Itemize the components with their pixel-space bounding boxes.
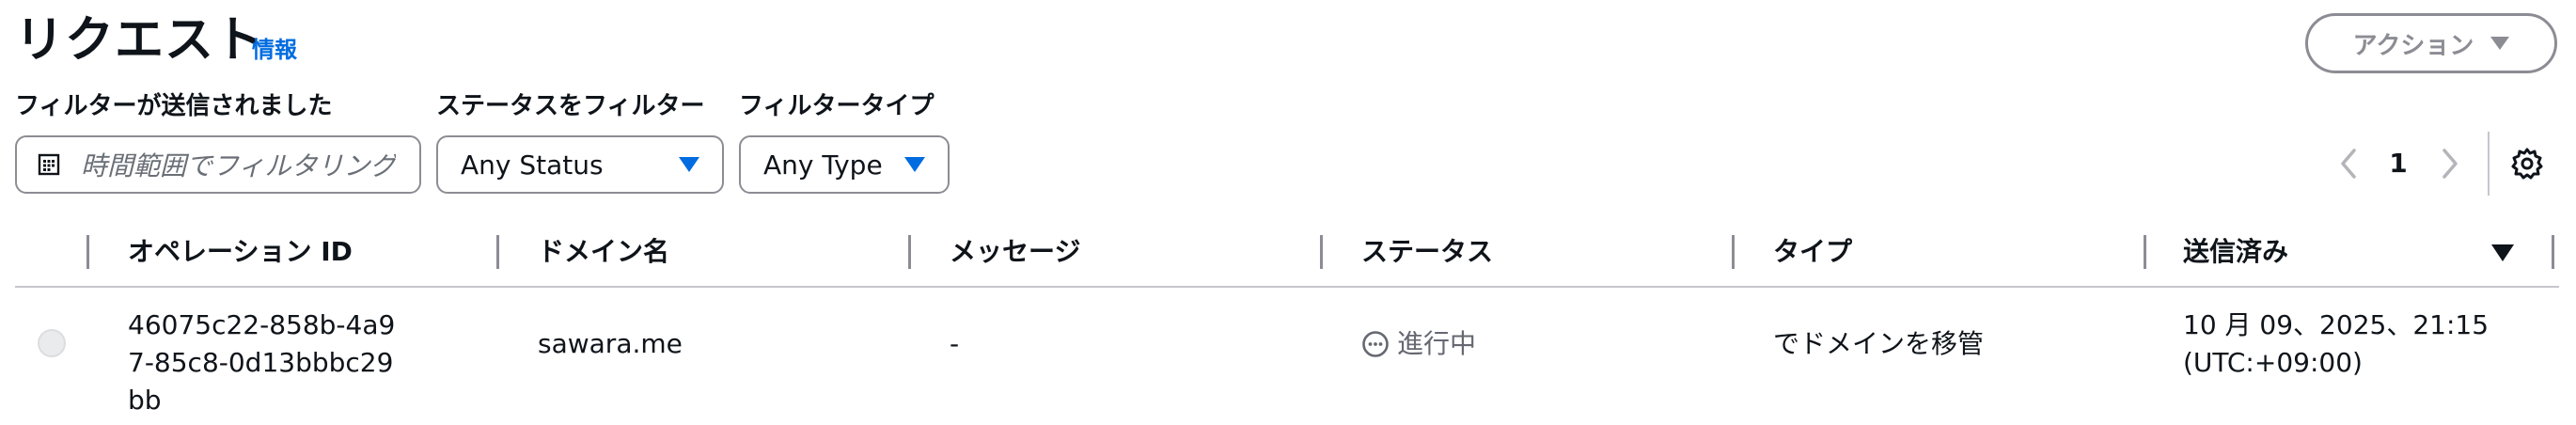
- type-filter-value: Any Type: [763, 149, 883, 181]
- gear-icon[interactable]: [2510, 147, 2544, 181]
- actions-button[interactable]: アクション: [2305, 13, 2557, 73]
- status-filter-label: ステータスをフィルター: [436, 92, 705, 120]
- calendar-icon: [38, 153, 60, 176]
- date-range-filter[interactable]: 時間範囲でフィルタリング: [15, 135, 421, 194]
- row-select-radio[interactable]: [38, 329, 66, 357]
- status-text: 進行中: [1397, 328, 1477, 359]
- column-separator[interactable]: [1320, 235, 1323, 269]
- cell-type: でドメインを移管: [1773, 328, 1985, 359]
- column-separator[interactable]: [496, 235, 499, 269]
- column-separator[interactable]: [1732, 235, 1735, 269]
- date-filter-label: フィルターが送信されました: [15, 92, 333, 120]
- caret-down-icon: [904, 157, 925, 172]
- column-header-status[interactable]: ステータス: [1361, 233, 1493, 271]
- column-separator: [2552, 235, 2554, 269]
- status-filter-value: Any Status: [461, 149, 604, 181]
- status-filter-select[interactable]: Any Status: [436, 135, 724, 194]
- page-number[interactable]: 1: [2386, 145, 2411, 182]
- cell-domain-name: sawara.me: [538, 328, 683, 359]
- column-header-operation-id[interactable]: オペレーション ID: [128, 233, 353, 271]
- column-separator[interactable]: [2144, 235, 2146, 269]
- chevron-left-icon[interactable]: [2337, 147, 2360, 181]
- table-header-divider: [15, 286, 2559, 288]
- actions-button-label: アクション: [2352, 31, 2474, 60]
- sort-descending-icon[interactable]: [2491, 244, 2514, 261]
- cell-status: 進行中: [1361, 325, 1476, 363]
- column-header-message[interactable]: メッセージ: [950, 233, 1080, 271]
- caret-down-icon: [679, 157, 699, 172]
- chevron-right-icon[interactable]: [2439, 147, 2461, 181]
- cell-operation-id: 46075c22-858b-4a97-85c8-0d13bbbc29bb: [128, 309, 396, 416]
- cell-message: -: [950, 328, 960, 359]
- caret-down-icon: [2490, 37, 2510, 50]
- type-filter-select[interactable]: Any Type: [739, 135, 950, 194]
- column-separator: [86, 235, 89, 269]
- pagination-divider: [2488, 132, 2490, 196]
- cell-sent-date: 10 月 09、2025、21:15 (UTC:+09:00): [2183, 309, 2490, 378]
- pending-status-icon: [1362, 331, 1389, 357]
- column-header-sent[interactable]: 送信済み: [2183, 233, 2288, 271]
- column-header-type[interactable]: タイプ: [1773, 233, 1852, 271]
- column-separator[interactable]: [908, 235, 911, 269]
- info-link[interactable]: 情報: [252, 36, 297, 64]
- column-header-domain[interactable]: ドメイン名: [538, 233, 669, 271]
- page-title: リクエスト: [15, 12, 265, 69]
- type-filter-label: フィルタータイプ: [739, 92, 935, 120]
- date-range-placeholder: 時間範囲でフィルタリング: [81, 150, 397, 181]
